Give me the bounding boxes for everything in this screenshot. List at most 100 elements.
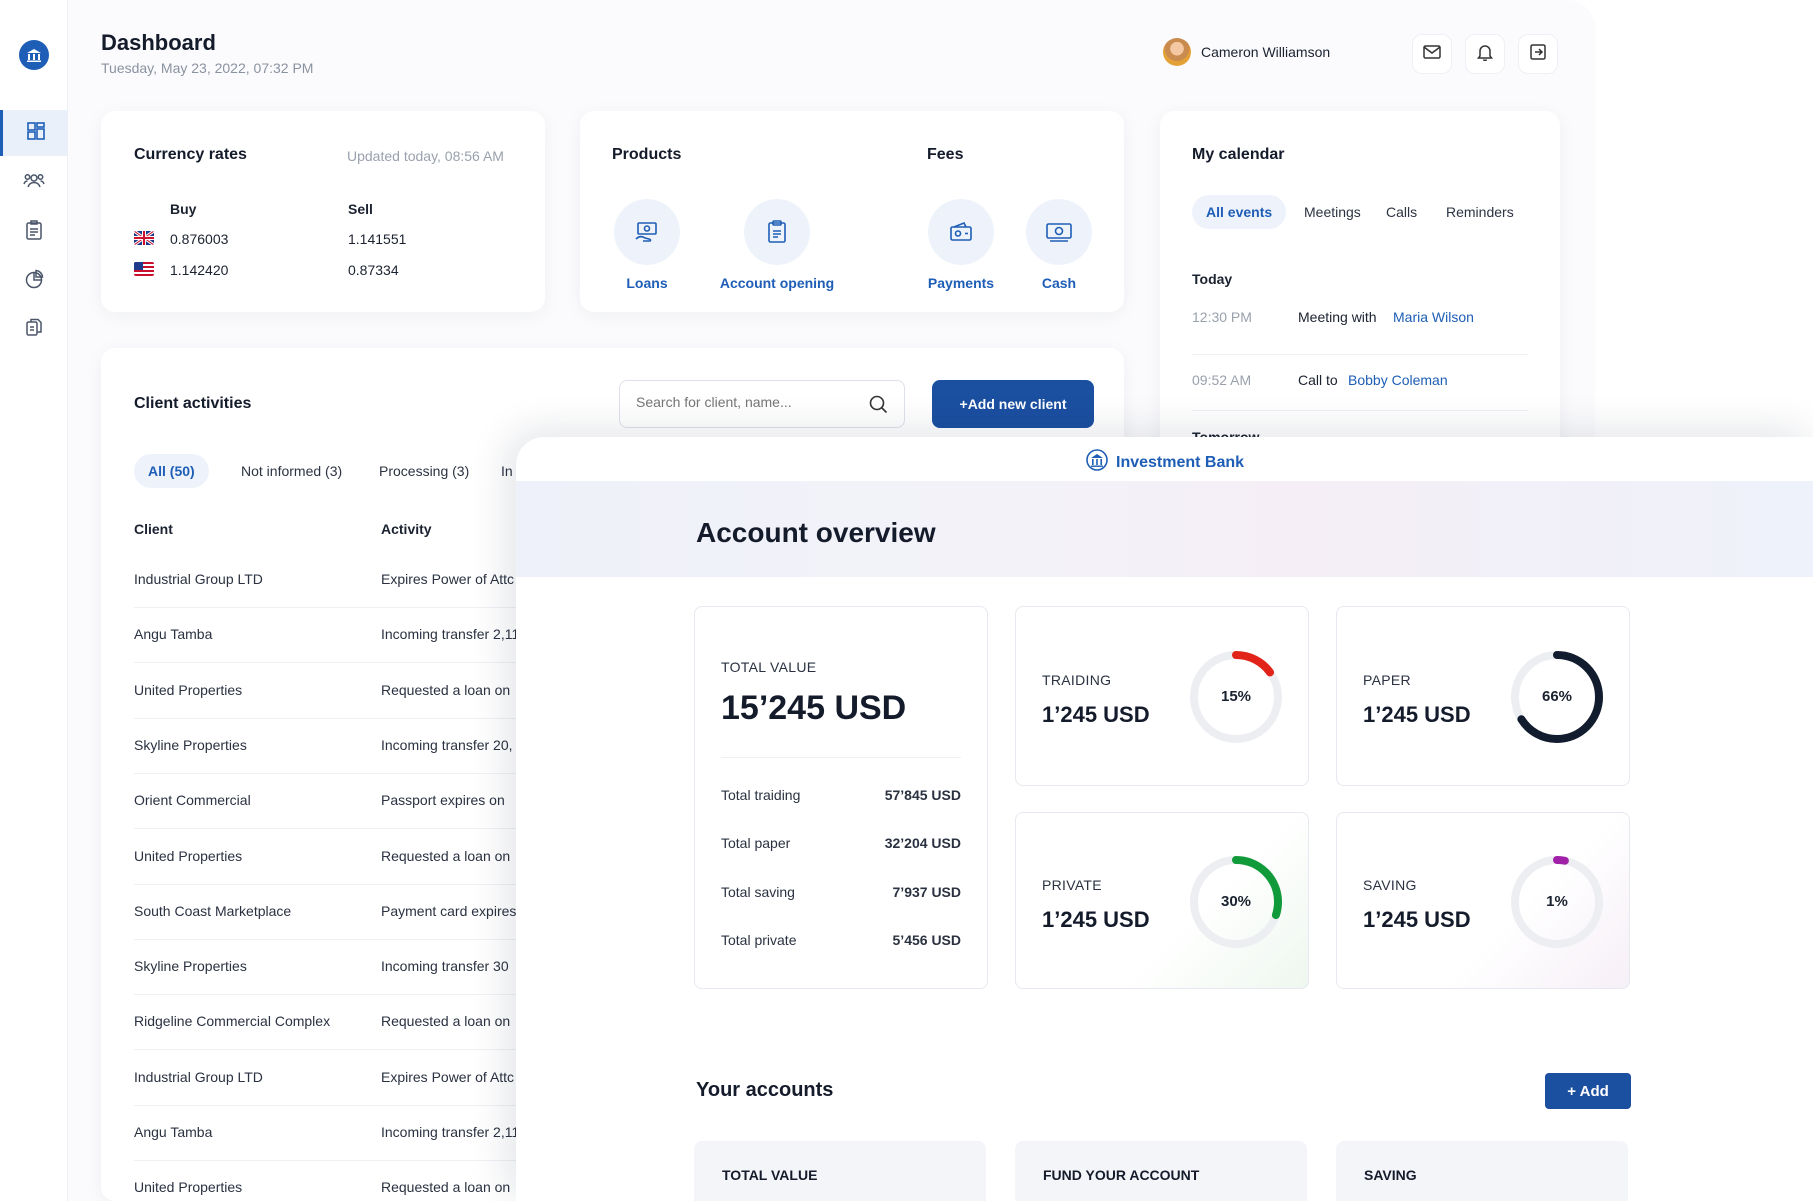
fee-cash[interactable]: Cash xyxy=(1014,199,1104,291)
product-account-opening[interactable]: Account opening xyxy=(712,199,842,291)
logout-button[interactable] xyxy=(1518,34,1558,74)
tab-reminders[interactable]: Reminders xyxy=(1432,195,1528,229)
currency-sell-2: 0.87334 xyxy=(348,262,399,278)
fee-payments-label: Payments xyxy=(927,275,995,291)
fee-payments[interactable]: Payments xyxy=(916,199,1006,291)
line-value: 32’204 USD xyxy=(884,835,961,851)
tab-all-events[interactable]: All events xyxy=(1192,195,1287,229)
tile-value: 1’245 USD xyxy=(1363,907,1471,932)
event-person[interactable]: Maria Wilson xyxy=(1393,309,1474,325)
account-card-total-value[interactable]: TOTAL VALUE xyxy=(694,1141,986,1201)
filter-processing[interactable]: Processing (3) xyxy=(365,454,483,488)
line-value: 57’845 USD xyxy=(884,787,961,803)
tile-label: PRIVATE xyxy=(1042,877,1102,893)
client-activity: Requested a loan on xyxy=(381,681,511,698)
line-value: 7’937 USD xyxy=(892,884,961,900)
table-row[interactable]: Industrial Group LTD Expires Power of Att… xyxy=(134,1051,554,1106)
account-card-label: TOTAL VALUE xyxy=(722,1167,818,1183)
uk-flag-icon xyxy=(134,231,154,245)
event-person[interactable]: Bobby Coleman xyxy=(1348,372,1448,388)
table-row[interactable]: United Properties Requested a loan on xyxy=(134,830,554,885)
calendar-event[interactable]: 12:30 PM Meeting with Maria Wilson xyxy=(1192,301,1528,355)
client-name: United Properties xyxy=(134,1179,243,1196)
search-input[interactable] xyxy=(636,394,856,410)
column-activity-header: Activity xyxy=(381,521,432,537)
search-icon[interactable] xyxy=(868,394,888,419)
products-title: Products xyxy=(612,146,682,163)
brand: Investment Bank xyxy=(1086,449,1244,476)
client-name: South Coast Marketplace xyxy=(134,902,292,919)
bank-logo-icon[interactable] xyxy=(19,40,49,70)
client-name: Skyline Properties xyxy=(134,736,247,753)
calendar-card: My calendar All events Meetings Calls Re… xyxy=(1160,111,1560,471)
saving-card[interactable]: SAVING 1’245 USD 1% xyxy=(1336,812,1630,989)
table-row[interactable]: United Properties Requested a loan on xyxy=(134,1161,554,1201)
product-loans-label: Loans xyxy=(626,275,668,291)
currency-buy-2: 1.142420 xyxy=(170,262,229,278)
tab-meetings[interactable]: Meetings xyxy=(1290,195,1375,229)
client-activity: Payment card expires xyxy=(381,902,517,919)
products-fees-card: Products Fees Loans Account opening Paym… xyxy=(580,111,1124,312)
mail-icon xyxy=(1423,44,1441,64)
user-menu[interactable]: Cameron Williamson xyxy=(1163,38,1330,66)
add-account-button[interactable]: + Add xyxy=(1545,1073,1631,1109)
private-card[interactable]: PRIVATE 1’245 USD 30% xyxy=(1015,812,1309,989)
notifications-button[interactable] xyxy=(1465,34,1505,74)
tile-percent: 66% xyxy=(1541,688,1573,705)
client-activities-title: Client activities xyxy=(134,395,252,412)
tile-label: SAVING xyxy=(1363,877,1417,893)
paper-card[interactable]: PAPER 1’245 USD 66% xyxy=(1336,606,1630,786)
total-line: Total private 5’456 USD xyxy=(721,932,961,948)
tab-calls[interactable]: Calls xyxy=(1372,195,1431,229)
product-account-opening-label: Account opening xyxy=(719,275,835,291)
product-loans[interactable]: Loans xyxy=(602,199,692,291)
client-activity: Expires Power of Attc xyxy=(381,1068,515,1085)
traiding-card[interactable]: TRAIDING 1’245 USD 15% xyxy=(1015,606,1309,786)
payment-icon xyxy=(928,199,994,265)
table-row[interactable]: Angu Tamba Incoming transfer 2,11 xyxy=(134,608,554,664)
tile-value: 1’245 USD xyxy=(1042,702,1150,727)
client-activity: Requested a loan on xyxy=(381,1179,511,1196)
grid-icon xyxy=(26,121,46,146)
client-name: Angu Tamba xyxy=(134,626,213,643)
account-card-fund[interactable]: FUND YOUR ACCOUNT xyxy=(1015,1141,1307,1201)
table-row[interactable]: Angu Tamba Incoming transfer 2,11 xyxy=(134,1106,554,1161)
calendar-title: My calendar xyxy=(1192,146,1285,163)
bell-icon xyxy=(1477,43,1493,66)
client-activity: Expires Power of Attc xyxy=(381,571,515,587)
client-name: Ridgeline Commercial Complex xyxy=(134,1013,331,1030)
tile-label: PAPER xyxy=(1363,672,1411,688)
sidebar-item-clients[interactable] xyxy=(0,160,68,206)
filter-not-informed[interactable]: Not informed (3) xyxy=(227,454,356,488)
sidebar-item-documents[interactable] xyxy=(0,306,68,352)
clipboard-icon xyxy=(25,219,43,245)
sell-header: Sell xyxy=(348,201,373,217)
avatar xyxy=(1163,38,1191,66)
mail-button[interactable] xyxy=(1412,34,1452,74)
page-date: Tuesday, May 23, 2022, 07:32 PM xyxy=(101,60,314,76)
client-name: United Properties xyxy=(134,681,243,698)
filter-all[interactable]: All (50) xyxy=(134,454,209,488)
line-label: Total saving xyxy=(721,884,795,900)
files-icon xyxy=(24,317,44,342)
table-row[interactable]: Ridgeline Commercial Complex Requested a … xyxy=(134,995,554,1051)
table-row[interactable]: Skyline Properties Incoming transfer 20, xyxy=(134,719,554,774)
calendar-event[interactable]: 09:52 AM Call to Bobby Coleman xyxy=(1192,355,1528,411)
table-row[interactable]: United Properties Requested a loan on xyxy=(134,664,554,719)
tile-percent: 1% xyxy=(1546,893,1568,910)
total-line: Total traiding 57’845 USD xyxy=(721,787,961,803)
table-row[interactable]: Orient Commercial Passport expires on xyxy=(134,774,554,830)
client-name: Skyline Properties xyxy=(134,958,247,975)
us-flag-icon xyxy=(134,262,154,276)
table-row[interactable]: Skyline Properties Incoming transfer 30 xyxy=(134,940,554,996)
client-search[interactable] xyxy=(619,380,905,428)
table-row[interactable]: South Coast Marketplace Payment card expi… xyxy=(134,885,554,940)
account-card-saving[interactable]: SAVING xyxy=(1336,1141,1628,1201)
sidebar-item-reports[interactable] xyxy=(0,209,68,255)
add-new-client-button[interactable]: +Add new client xyxy=(932,380,1094,428)
client-name: Angu Tamba xyxy=(134,1124,213,1140)
client-activity: Incoming transfer 2,11 xyxy=(381,1124,520,1140)
table-row[interactable]: Industrial Group LTD Expires Power of Att… xyxy=(134,553,554,608)
sidebar-item-dashboard[interactable] xyxy=(0,110,68,156)
sidebar-item-analytics[interactable] xyxy=(0,258,68,304)
